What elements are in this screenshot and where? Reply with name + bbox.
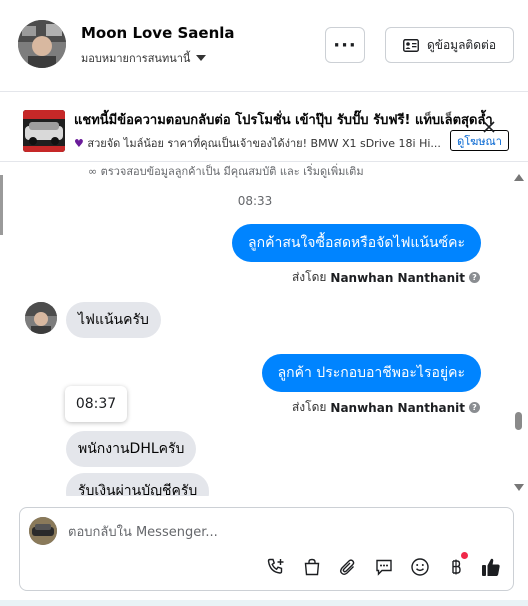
sent-by-label: ส่งโดย bbox=[291, 400, 327, 414]
incoming-message[interactable]: พนักงานDHLครับ bbox=[66, 431, 197, 467]
view-contact-info-button[interactable]: ดูข้อมูลติดต่อ bbox=[385, 27, 514, 63]
timestamp: 08:33 bbox=[237, 194, 273, 208]
conversation-header: Moon Love Saenla มอบหมายการสนทนานี้ ··· … bbox=[0, 0, 528, 92]
info-icon[interactable]: ? bbox=[469, 272, 480, 283]
page-logo bbox=[29, 517, 57, 545]
ad-subtitle-text: สวยจัด ไมล์น้อย ราคาที่คุณเป็นเจ้าของได้… bbox=[87, 137, 441, 150]
link-icon: ∞ bbox=[88, 165, 98, 178]
ad-car-image bbox=[23, 110, 65, 152]
like-button[interactable] bbox=[480, 556, 502, 578]
chat-bubble-icon bbox=[376, 559, 392, 576]
saved-replies-tool[interactable] bbox=[373, 556, 395, 578]
phone-plus-icon bbox=[267, 558, 284, 574]
assign-label: มอบหมายการสนทนานี้ bbox=[81, 52, 191, 65]
shop-tool[interactable] bbox=[301, 556, 323, 578]
purple-heart-icon: ♥ bbox=[74, 137, 84, 150]
contact-avatar-small[interactable] bbox=[25, 302, 57, 334]
thread-scrollbar[interactable] bbox=[510, 162, 528, 496]
more-options-button[interactable]: ··· bbox=[325, 27, 365, 63]
payment-tool[interactable] bbox=[445, 556, 467, 578]
baht-icon bbox=[452, 559, 461, 575]
sender-name: Nanwhan Nanthanit bbox=[330, 400, 465, 415]
contact-card-icon bbox=[403, 38, 419, 52]
ad-subtitle: ♥ สวยจัด ไมล์น้อย ราคาที่คุณเป็นเจ้าของไ… bbox=[74, 134, 446, 152]
sent-by-line: ส่งโดย Nanwhan Nanthanit ? bbox=[292, 268, 480, 287]
caret-down-icon bbox=[196, 55, 207, 61]
ad-title: แชทนี้มีข้อความตอบกลับต่อ โปรโมชั่น เข้า… bbox=[74, 113, 493, 128]
attach-tool[interactable] bbox=[337, 556, 359, 578]
page-avatar bbox=[29, 517, 57, 545]
shopping-bag-icon bbox=[304, 558, 320, 576]
info-icon[interactable]: ? bbox=[469, 402, 480, 413]
sent-by-label: ส่งโดย bbox=[291, 270, 327, 284]
scroll-thumb[interactable] bbox=[515, 412, 522, 430]
avatar-photo bbox=[18, 20, 66, 68]
scroll-down-arrow-icon[interactable] bbox=[514, 484, 524, 491]
close-icon[interactable] bbox=[481, 119, 497, 135]
ellipsis-icon: ··· bbox=[333, 34, 357, 56]
contact-info-label: ดูข้อมูลติดต่อ bbox=[426, 37, 497, 52]
paperclip-icon bbox=[340, 559, 355, 575]
reply-input[interactable] bbox=[68, 522, 488, 542]
incoming-message[interactable]: ไฟแน้นครับ bbox=[66, 302, 161, 338]
sender-name: Nanwhan Nanthanit bbox=[330, 270, 465, 285]
contact-name[interactable]: Moon Love Saenla bbox=[81, 24, 235, 42]
scroll-up-arrow-icon[interactable] bbox=[514, 174, 524, 181]
ad-context-bar: แชทนี้มีข้อความตอบกลับต่อ โปรโมชั่น เข้า… bbox=[0, 92, 528, 162]
incoming-message[interactable]: รับเงินผ่านบัญชีครับ bbox=[66, 473, 210, 496]
outgoing-message[interactable]: ลูกค้า ประกอบอาชีพอะไรอยู่คะ bbox=[261, 354, 481, 392]
notification-dot bbox=[461, 552, 468, 559]
reply-composer bbox=[19, 507, 514, 591]
smiley-icon bbox=[411, 558, 429, 576]
time-tooltip: 08:37 bbox=[65, 386, 127, 422]
thumbs-up-icon bbox=[482, 558, 500, 576]
system-notice: ∞ ตรวจสอบข้อมูลลูกค้าเป็น มีคุณสมบัติ แล… bbox=[88, 162, 364, 180]
outgoing-message[interactable]: ลูกค้าสนใจซื้อสดหรือจัดไฟแน้นซ์คะ bbox=[232, 224, 481, 262]
contact-avatar[interactable] bbox=[18, 20, 66, 68]
emoji-tool[interactable] bbox=[409, 556, 431, 578]
call-tool[interactable] bbox=[265, 556, 287, 578]
message-thread: ∞ ตรวจสอบข้อมูลลูกค้าเป็น มีคุณสมบัติ แล… bbox=[0, 162, 510, 496]
assign-conversation-dropdown[interactable]: มอบหมายการสนทนานี้ bbox=[81, 49, 207, 67]
ad-thumbnail[interactable] bbox=[23, 110, 65, 152]
sent-by-line: ส่งโดย Nanwhan Nanthanit ? bbox=[292, 398, 480, 417]
avatar-photo bbox=[25, 302, 57, 334]
view-ad-button[interactable]: ดูโฆษณา bbox=[450, 130, 509, 151]
system-notice-text: ตรวจสอบข้อมูลลูกค้าเป็น มีคุณสมบัติ และ … bbox=[100, 165, 364, 178]
bottom-strip bbox=[0, 600, 528, 606]
